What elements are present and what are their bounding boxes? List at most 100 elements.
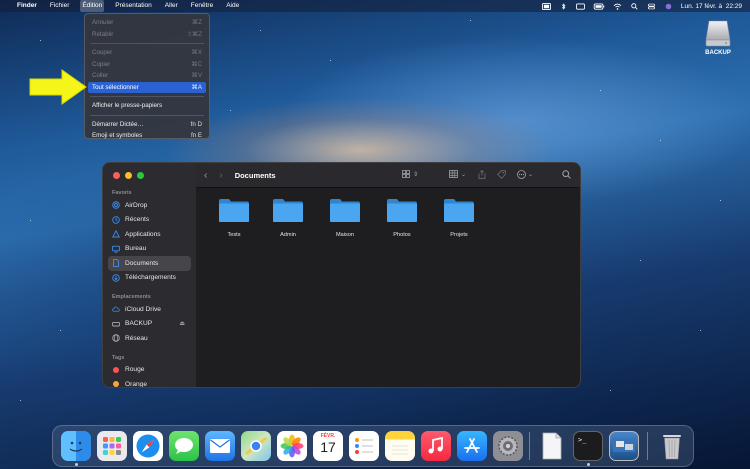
tag-icon (497, 170, 506, 179)
view-mode-button[interactable]: ⇕ (402, 170, 418, 178)
menu-aller[interactable]: Aller (163, 0, 180, 12)
folder-item[interactable]: Tests (212, 197, 256, 238)
calendar-dock-icon[interactable]: FÉVR. 17 (313, 431, 343, 461)
group-by-button[interactable]: ⌄ (449, 170, 466, 178)
red-tag-icon (113, 366, 119, 373)
trash-dock-icon[interactable] (657, 431, 687, 461)
share-button[interactable] (478, 170, 486, 179)
menu-bar: Finder Fichier Édition Présentation Alle… (0, 0, 750, 12)
battery-icon[interactable] (593, 2, 605, 10)
photos-dock-icon[interactable] (277, 431, 307, 461)
menu-item-cut[interactable]: Couper ⌘X (88, 47, 206, 59)
sidebar-item-applications[interactable]: Applications (108, 227, 191, 242)
wifi-icon[interactable] (613, 3, 622, 10)
menu-item-start-dictation[interactable]: Démarrer Dictée… fn D (88, 119, 206, 131)
sidebar-item-desktop[interactable]: Bureau (108, 242, 191, 257)
more-actions-button[interactable]: ⌄ (517, 170, 533, 179)
folder-item[interactable]: Projets (437, 197, 481, 238)
sidebar-item-backup[interactable]: BACKUP ⏏ (108, 317, 191, 332)
group-grid-icon (449, 170, 458, 178)
system-preferences-dock-icon[interactable] (493, 431, 523, 461)
menu-separator (90, 114, 204, 116)
desktop-screenshot-dock-icon[interactable] (609, 431, 639, 461)
zoom-button[interactable] (137, 172, 144, 179)
menu-edition[interactable]: Édition (80, 0, 105, 12)
folder-icon (218, 197, 250, 223)
window-controls (113, 172, 144, 179)
sidebar-item-label: iCloud Drive (125, 305, 161, 313)
document-icon (112, 259, 120, 268)
siri-icon[interactable] (664, 3, 673, 10)
search-icon[interactable] (630, 2, 639, 10)
menu-item-copy[interactable]: Copier ⌘C (88, 59, 206, 71)
sidebar-tag-red[interactable]: Rouge (108, 363, 191, 378)
app-store-dock-icon[interactable] (457, 431, 487, 461)
menu-presentation[interactable]: Présentation (113, 0, 154, 12)
menu-item-undo[interactable]: Annuler ⌘Z (88, 17, 206, 29)
icon-view-icon (402, 170, 410, 178)
menu-item-emoji-symbols[interactable]: Emoji et symboles fn E (88, 130, 206, 142)
preview-document-dock-icon[interactable] (537, 431, 567, 461)
share-icon (478, 170, 486, 179)
tag-button[interactable] (497, 170, 506, 179)
folder-name: Projets (450, 232, 468, 238)
sidebar-item-label: Bureau (125, 245, 147, 253)
folder-icon (386, 197, 418, 223)
ellipsis-circle-icon (517, 170, 526, 179)
messages-dock-icon[interactable] (169, 431, 199, 461)
menu-item-paste[interactable]: Coller ⌘V (88, 70, 206, 82)
cloud-icon (112, 305, 120, 313)
airdrop-icon (112, 201, 120, 209)
sidebar-tag-orange[interactable]: Orange (108, 377, 191, 387)
bluetooth-icon[interactable] (559, 2, 568, 10)
folder-item[interactable]: Maison (323, 197, 367, 238)
reminders-dock-icon[interactable] (349, 431, 379, 461)
forward-chevron-icon[interactable]: › (219, 170, 222, 181)
notes-dock-icon[interactable] (385, 431, 415, 461)
terminal-dock-icon[interactable]: >_ (573, 431, 603, 461)
finder-dock-icon[interactable] (61, 431, 91, 461)
menu-item-shortcut: ⌘A (191, 83, 202, 91)
menubar-clock[interactable]: Lun. 17 févr. à 22:29 (681, 3, 742, 10)
menu-item-redo[interactable]: Rétablir ⇧⌘Z (88, 29, 206, 41)
keyboard-icon[interactable] (576, 2, 585, 10)
sidebar-item-label: Réseau (125, 334, 148, 342)
maps-dock-icon[interactable] (241, 431, 271, 461)
menu-item-label: Tout sélectionner (92, 83, 139, 91)
running-indicator (75, 463, 78, 466)
search-button[interactable] (562, 170, 571, 179)
menu-item-label: Coller (92, 72, 109, 79)
menu-item-select-all[interactable]: Tout sélectionner ⌘A (88, 81, 206, 93)
menu-separator (90, 96, 204, 97)
menu-fenetre[interactable]: Fenêtre (189, 0, 215, 12)
sidebar-item-network[interactable]: Réseau (108, 331, 191, 346)
menu-app-name[interactable]: Finder (15, 0, 39, 12)
dock: FÉVR. 17 >_ (52, 425, 694, 467)
menu-fichier[interactable]: Fichier (48, 0, 72, 12)
safari-dock-icon[interactable] (133, 431, 163, 461)
sidebar-item-airdrop[interactable]: AirDrop (108, 198, 191, 213)
sidebar-item-downloads[interactable]: Téléchargements (108, 271, 191, 286)
display-icon[interactable] (542, 2, 551, 10)
sidebar-item-recents[interactable]: Récents (108, 213, 191, 228)
eject-icon[interactable]: ⏏ (179, 320, 185, 327)
menu-item-show-clipboard[interactable]: Afficher le presse-papiers (88, 100, 206, 112)
sidebar-item-label: Récents (125, 216, 150, 224)
sidebar-item-documents[interactable]: Documents (108, 256, 191, 271)
music-dock-icon[interactable] (421, 431, 451, 461)
launchpad-dock-icon[interactable] (97, 431, 127, 461)
minimize-button[interactable] (125, 172, 132, 179)
desktop-disk-backup[interactable]: BACKUP (698, 18, 738, 56)
close-button[interactable] (113, 172, 120, 179)
control-center-icon[interactable] (647, 3, 656, 10)
finder-window: Favoris AirDrop Récents Applications Bur… (102, 162, 581, 388)
folder-name: Tests (227, 232, 241, 238)
desktop-disk-label: BACKUP (705, 50, 731, 56)
sidebar-item-label: Applications (125, 230, 161, 238)
back-chevron-icon[interactable]: ‹ (204, 170, 207, 181)
folder-item[interactable]: Photos (380, 197, 424, 238)
sidebar-item-icloud[interactable]: iCloud Drive (108, 302, 191, 317)
menu-aide[interactable]: Aide (224, 0, 241, 12)
folder-item[interactable]: Admin (266, 197, 310, 238)
mail-dock-icon[interactable] (205, 431, 235, 461)
